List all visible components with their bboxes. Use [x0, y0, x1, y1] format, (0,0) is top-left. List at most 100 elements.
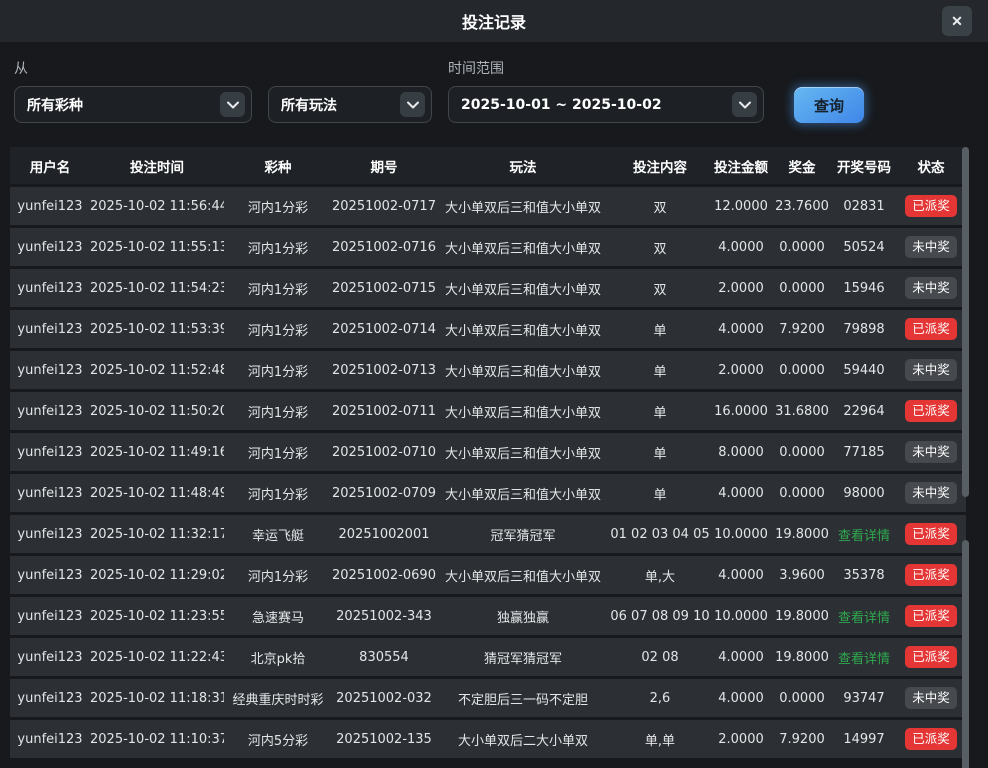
- cell-username: yunfei123: [10, 404, 90, 419]
- cell-issue-number: 20251002-0713: [332, 363, 436, 378]
- table-row: yunfei1232025-10-02 11:29:02河内1分彩2025100…: [10, 556, 966, 594]
- table-scrollbar-thumb[interactable]: [962, 147, 969, 497]
- status-badge: 未中奖: [905, 482, 957, 504]
- cell-lottery-type: 河内1分彩: [224, 197, 332, 216]
- lottery-type-select-value: 所有彩种: [27, 95, 83, 115]
- table-row: yunfei1232025-10-02 11:22:43北京pk拾830554猜…: [10, 638, 966, 676]
- cell-draw-result: 50524: [832, 240, 896, 255]
- cell-bet-content: 01 02 03 04 05: [610, 527, 710, 542]
- cell-bet-amount: 4.0000: [710, 650, 772, 665]
- view-details-link[interactable]: 查看详情: [838, 652, 890, 667]
- date-range-select[interactable]: 2025-10-01 ~ 2025-10-02: [448, 86, 764, 123]
- cell-play-type: 不定胆后三一码不定胆: [436, 689, 610, 708]
- column-header-lottery: 彩种: [224, 156, 332, 176]
- cell-play-type: 大小单双后三和值大小单双: [436, 443, 610, 462]
- cell-prize: 0.0000: [772, 281, 832, 296]
- time-range-label: 时间范围: [448, 58, 504, 78]
- status-badge: 未中奖: [905, 359, 957, 381]
- status-badge: 未中奖: [905, 277, 957, 299]
- cell-bet-content: 单,单: [610, 730, 710, 749]
- column-header-user: 用户名: [10, 156, 90, 176]
- cell-bet-amount: 4.0000: [710, 691, 772, 706]
- table-row: yunfei1232025-10-02 11:48:49河内1分彩2025100…: [10, 474, 966, 512]
- cell-play-type: 大小单双后三和值大小单双: [436, 402, 610, 421]
- modal-scrollbar-thumb[interactable]: [962, 540, 969, 768]
- cell-lottery-type: 经典重庆时时彩: [224, 689, 332, 708]
- cell-play-type: 大小单双后三和值大小单双: [436, 320, 610, 339]
- status-badge: 已派奖: [905, 646, 957, 668]
- cell-draw-result: 查看详情: [832, 607, 896, 626]
- cell-lottery-type: 河内1分彩: [224, 484, 332, 503]
- cell-draw-result: 79898: [832, 322, 896, 337]
- table-row: yunfei1232025-10-02 11:53:39河内1分彩2025100…: [10, 310, 966, 348]
- cell-bet-time: 2025-10-02 11:55:13: [90, 240, 224, 255]
- cell-lottery-type: 河内1分彩: [224, 238, 332, 257]
- chevron-down-icon: [400, 92, 425, 117]
- status-badge: 未中奖: [905, 687, 957, 709]
- column-header-content: 投注内容: [610, 156, 710, 176]
- cell-prize: 19.8000: [772, 609, 832, 624]
- bet-records-table: 用户名投注时间彩种期号玩法投注内容投注金额奖金开奖号码状态 yunfei1232…: [10, 147, 966, 761]
- chevron-down-icon: [732, 92, 757, 117]
- cell-play-type: 大小单双后三和值大小单双: [436, 197, 610, 216]
- cell-issue-number: 20251002001: [332, 527, 436, 542]
- cell-bet-amount: 12.0000: [710, 199, 772, 214]
- cell-bet-content: 单: [610, 484, 710, 503]
- cell-bet-content: 单: [610, 361, 710, 380]
- status-badge: 已派奖: [905, 605, 957, 627]
- cell-bet-amount: 2.0000: [710, 281, 772, 296]
- cell-draw-result: 22964: [832, 404, 896, 419]
- cell-prize: 7.9200: [772, 732, 832, 747]
- table-row: yunfei1232025-10-02 11:49:16河内1分彩2025100…: [10, 433, 966, 471]
- page-title: 投注记录: [462, 9, 526, 33]
- status-badge: 已派奖: [905, 728, 957, 750]
- cell-issue-number: 20251002-343: [332, 609, 436, 624]
- table-row: yunfei1232025-10-02 11:18:31经典重庆时时彩20251…: [10, 679, 966, 717]
- close-button[interactable]: ✕: [942, 6, 972, 36]
- cell-draw-result: 98000: [832, 486, 896, 501]
- cell-issue-number: 20251002-0710: [332, 445, 436, 460]
- cell-lottery-type: 幸运飞艇: [224, 525, 332, 544]
- cell-status: 已派奖: [896, 400, 966, 422]
- cell-bet-content: 单: [610, 443, 710, 462]
- cell-bet-content: 02 08: [610, 650, 710, 665]
- cell-username: yunfei123: [10, 609, 90, 624]
- from-label: 从: [14, 58, 28, 78]
- cell-username: yunfei123: [10, 322, 90, 337]
- cell-bet-content: 双: [610, 238, 710, 257]
- lottery-type-select[interactable]: 所有彩种: [14, 86, 252, 123]
- cell-lottery-type: 河内1分彩: [224, 402, 332, 421]
- cell-lottery-type: 北京pk拾: [224, 648, 332, 667]
- cell-prize: 0.0000: [772, 445, 832, 460]
- cell-status: 已派奖: [896, 605, 966, 627]
- cell-bet-amount: 4.0000: [710, 568, 772, 583]
- cell-bet-amount: 16.0000: [710, 404, 772, 419]
- table-row: yunfei1232025-10-02 11:54:23河内1分彩2025100…: [10, 269, 966, 307]
- cell-issue-number: 20251002-0716: [332, 240, 436, 255]
- cell-username: yunfei123: [10, 732, 90, 747]
- cell-issue-number: 20251002-0711: [332, 404, 436, 419]
- cell-username: yunfei123: [10, 486, 90, 501]
- cell-bet-content: 双: [610, 197, 710, 216]
- cell-status: 已派奖: [896, 195, 966, 217]
- play-type-select-value: 所有玩法: [281, 95, 337, 115]
- cell-status: 未中奖: [896, 482, 966, 504]
- cell-issue-number: 20251002-135: [332, 732, 436, 747]
- view-details-link[interactable]: 查看详情: [838, 611, 890, 626]
- cell-username: yunfei123: [10, 363, 90, 378]
- cell-issue-number: 20251002-0715: [332, 281, 436, 296]
- cell-prize: 3.9600: [772, 568, 832, 583]
- table-header-row: 用户名投注时间彩种期号玩法投注内容投注金额奖金开奖号码状态: [10, 147, 966, 184]
- cell-bet-amount: 4.0000: [710, 240, 772, 255]
- cell-prize: 31.6800: [772, 404, 832, 419]
- cell-bet-time: 2025-10-02 11:49:16: [90, 445, 224, 460]
- cell-bet-content: 2,6: [610, 691, 710, 706]
- view-details-link[interactable]: 查看详情: [838, 529, 890, 544]
- column-header-play: 玩法: [436, 156, 610, 176]
- play-type-select[interactable]: 所有玩法: [268, 86, 432, 123]
- column-header-time: 投注时间: [90, 156, 224, 176]
- cell-play-type: 大小单双后三和值大小单双: [436, 566, 610, 585]
- status-badge: 未中奖: [905, 236, 957, 258]
- query-button[interactable]: 查询: [794, 87, 864, 123]
- cell-status: 已派奖: [896, 564, 966, 586]
